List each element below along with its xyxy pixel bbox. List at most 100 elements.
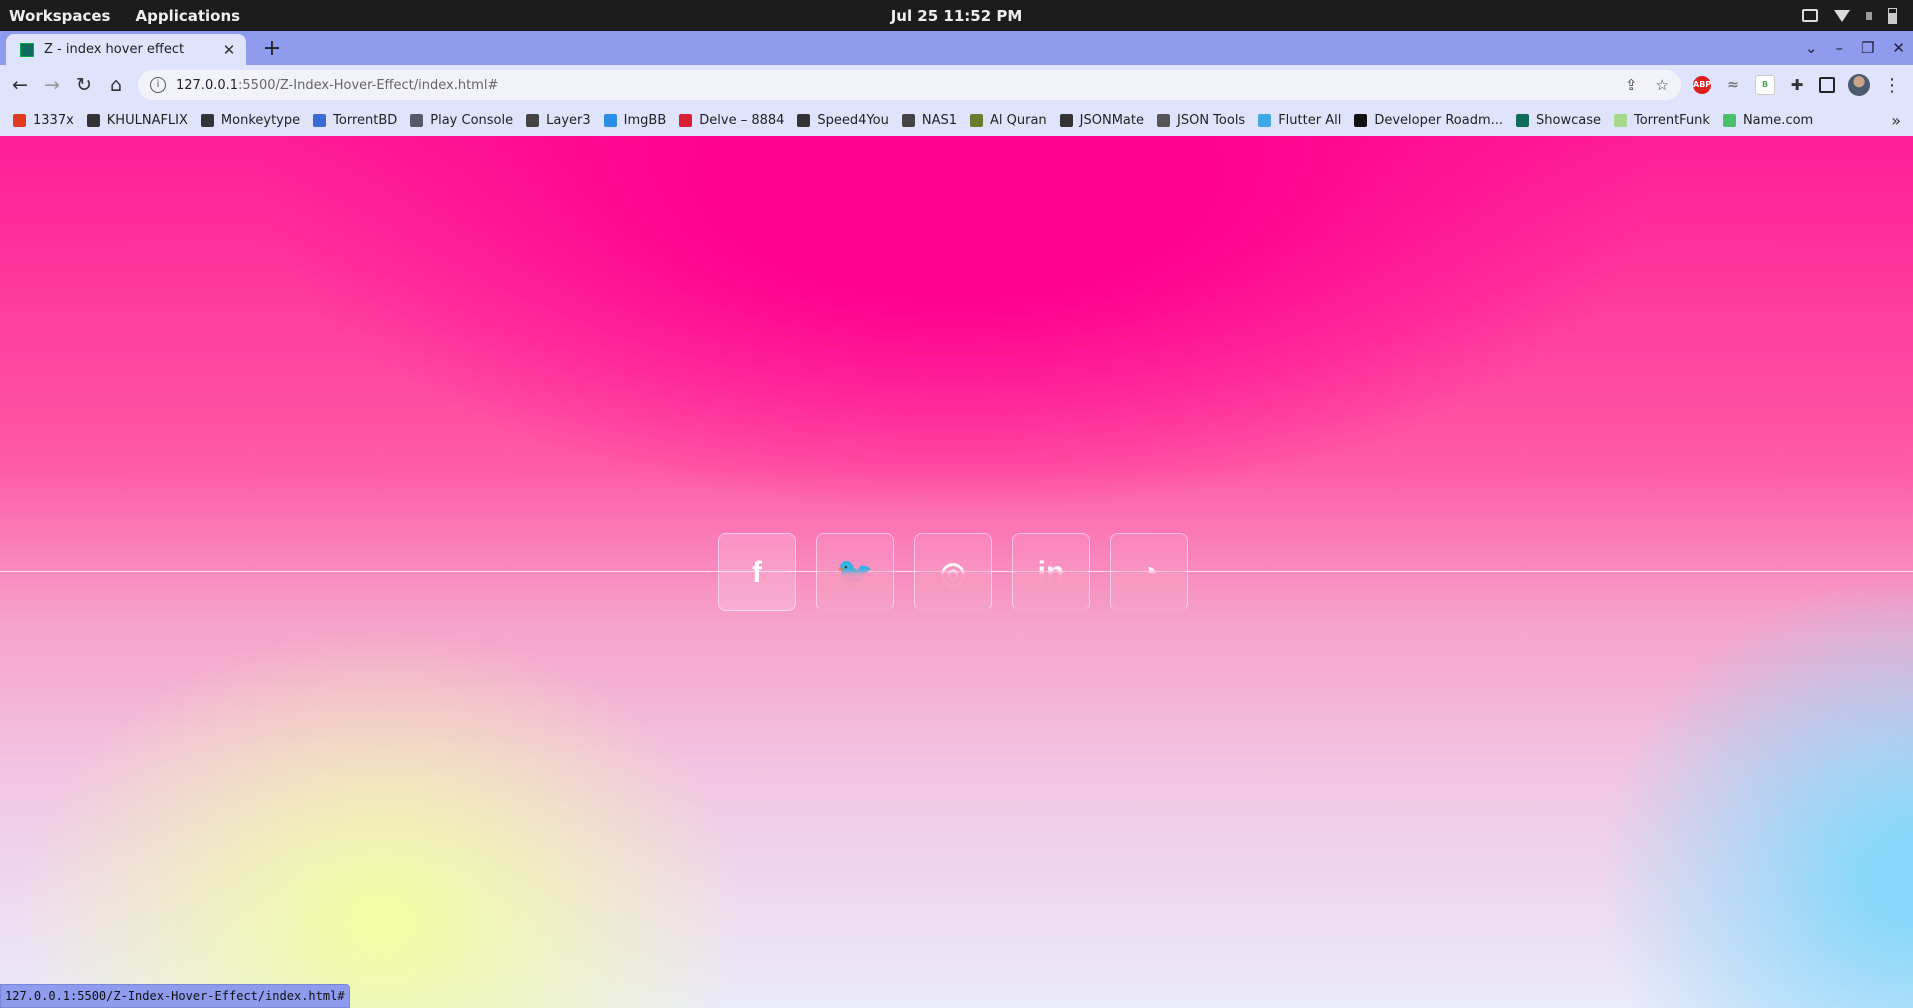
bookmark-favicon-icon: [603, 114, 617, 127]
forward-button[interactable]: →: [36, 74, 68, 96]
whatsapp-icon: ◔: [1139, 556, 1159, 589]
bookmark-item[interactable]: Speed4You: [797, 113, 889, 128]
bookmark-label: Showcase: [1536, 113, 1601, 128]
bookmark-label: Speed4You: [817, 113, 889, 128]
bookmark-item[interactable]: TorrentBD: [313, 113, 397, 128]
bookmark-label: Developer Roadm...: [1374, 113, 1504, 128]
bookmark-favicon-icon: [526, 114, 540, 127]
bookmarks-overflow-icon[interactable]: »: [1891, 105, 1901, 136]
reload-button[interactable]: ↻: [68, 74, 100, 96]
site-favicon-icon: [20, 42, 34, 57]
bookmark-favicon-icon: [901, 114, 915, 127]
bookmark-favicon-icon: [679, 114, 693, 127]
bookmark-item[interactable]: Delve – 8884: [679, 113, 784, 128]
bookmark-item[interactable]: JSONMate: [1059, 113, 1144, 128]
browser-menu-icon[interactable]: ⋮: [1883, 75, 1901, 96]
bookmark-item[interactable]: JSON Tools: [1157, 113, 1245, 128]
browser-toolbar: ← → ↻ ⌂ i 127.0.0.1:5500/Z-Index-Hover-E…: [0, 65, 1913, 105]
close-window-button[interactable]: ✕: [1892, 39, 1905, 57]
bookmark-item[interactable]: Al Quran: [970, 113, 1047, 128]
bookmark-favicon-icon: [1354, 114, 1368, 127]
wifi-icon[interactable]: [1834, 9, 1850, 22]
whatsapp-link[interactable]: ◔: [1110, 533, 1188, 611]
linkedin-link[interactable]: in: [1012, 533, 1090, 611]
instagram-link[interactable]: ◎: [914, 533, 992, 611]
bookmark-label: JSONMate: [1079, 113, 1144, 128]
site-info-icon[interactable]: i: [150, 77, 166, 93]
bookmark-favicon-icon: [797, 114, 811, 127]
url-host: 127.0.0.1: [176, 77, 239, 93]
twitter-icon: 🐦: [836, 557, 874, 590]
wave-extension-icon[interactable]: ≈: [1724, 76, 1742, 94]
bookmark-item[interactable]: NAS1: [901, 113, 957, 128]
minimize-button[interactable]: –: [1835, 39, 1843, 57]
bookmark-label: KHULNAFLIX: [106, 113, 188, 128]
bookmark-item[interactable]: Monkeytype: [200, 113, 301, 128]
bookmark-item[interactable]: TorrentFunk: [1613, 113, 1710, 128]
bookmark-favicon-icon: [86, 114, 100, 127]
clock[interactable]: Jul 25 11:52 PM: [0, 0, 1913, 31]
restore-button[interactable]: ❐: [1861, 39, 1874, 57]
bookmark-label: Name.com: [1742, 113, 1814, 128]
bookmark-label: ImgBB: [623, 113, 667, 128]
back-button[interactable]: ←: [4, 74, 36, 96]
facebook-icon: f: [752, 556, 762, 589]
linkedin-icon: in: [1037, 556, 1065, 589]
bookmark-item[interactable]: Flutter All: [1258, 113, 1341, 128]
bookmark-favicon-icon: [1157, 114, 1170, 127]
share-icon[interactable]: ⇪: [1625, 76, 1638, 94]
side-panel-icon[interactable]: [1819, 77, 1835, 93]
b-extension-icon[interactable]: B: [1755, 75, 1775, 95]
profile-avatar[interactable]: [1848, 74, 1870, 96]
bookmark-favicon-icon: [13, 114, 26, 127]
url-path: :5500/Z-Index-Hover-Effect/index.html#: [238, 77, 499, 93]
extensions-puzzle-icon[interactable]: ✚: [1788, 76, 1806, 94]
link-status-bubble: 127.0.0.1:5500/Z-Index-Hover-Effect/inde…: [0, 984, 350, 1008]
bookmark-label: Al Quran: [990, 113, 1047, 128]
bookmark-star-icon[interactable]: ☆: [1656, 76, 1669, 94]
bookmark-label: Flutter All: [1278, 113, 1342, 128]
bookmark-favicon-icon: [1516, 114, 1530, 127]
bookmark-label: NAS1: [921, 113, 957, 128]
volume-icon[interactable]: [1866, 11, 1872, 20]
bookmark-item[interactable]: Developer Roadm...: [1354, 113, 1503, 128]
bookmark-label: Play Console: [430, 113, 514, 128]
bookmark-label: TorrentFunk: [1633, 113, 1710, 128]
bookmark-label: Layer3: [546, 113, 591, 128]
bookmark-item[interactable]: Showcase: [1516, 113, 1601, 128]
new-tab-button[interactable]: +: [258, 35, 286, 63]
bookmark-favicon-icon: [410, 114, 424, 127]
tab-strip: Z - index hover effect ✕ + ⌄ – ❐ ✕: [0, 31, 1913, 65]
bookmark-item[interactable]: ImgBB: [603, 113, 667, 128]
bookmark-favicon-icon: [1613, 114, 1627, 127]
bookmark-label: JSON Tools: [1177, 113, 1246, 128]
bookmark-item[interactable]: KHULNAFLIX: [86, 113, 188, 128]
bookmark-favicon-icon: [1722, 114, 1736, 127]
social-icons-row: f 🐦 ◎ in ◔: [718, 533, 1188, 611]
tab-active[interactable]: Z - index hover effect ✕: [6, 34, 246, 65]
display-icon[interactable]: [1802, 9, 1818, 22]
tab-search-chevron-icon[interactable]: ⌄: [1805, 39, 1818, 57]
bookmark-favicon-icon: [970, 114, 983, 127]
bookmark-favicon-icon: [313, 114, 327, 127]
address-bar[interactable]: i 127.0.0.1:5500/Z-Index-Hover-Effect/in…: [138, 70, 1681, 100]
adblock-extension-icon[interactable]: ABP: [1693, 76, 1711, 94]
facebook-link[interactable]: f: [718, 533, 796, 611]
twitter-link[interactable]: 🐦: [816, 533, 894, 611]
system-top-bar: Workspaces Applications Jul 25 11:52 PM: [0, 0, 1913, 31]
home-button[interactable]: ⌂: [100, 74, 132, 96]
bookmark-item[interactable]: Layer3: [526, 113, 591, 128]
bookmark-label: Delve – 8884: [699, 113, 785, 128]
bookmark-label: Monkeytype: [220, 113, 301, 128]
bookmark-label: TorrentBD: [333, 113, 398, 128]
instagram-icon: ◎: [939, 557, 967, 590]
bookmark-favicon-icon: [1258, 114, 1272, 127]
tab-title: Z - index hover effect: [44, 42, 185, 57]
url-text[interactable]: 127.0.0.1:5500/Z-Index-Hover-Effect/inde…: [176, 78, 498, 93]
bookmark-item[interactable]: Name.com: [1722, 113, 1814, 128]
tab-close-icon[interactable]: ✕: [220, 41, 238, 59]
battery-icon[interactable]: [1888, 7, 1897, 24]
bookmark-item[interactable]: 1337x: [13, 113, 74, 128]
bookmark-favicon-icon: [200, 114, 214, 127]
bookmark-item[interactable]: Play Console: [410, 113, 513, 128]
